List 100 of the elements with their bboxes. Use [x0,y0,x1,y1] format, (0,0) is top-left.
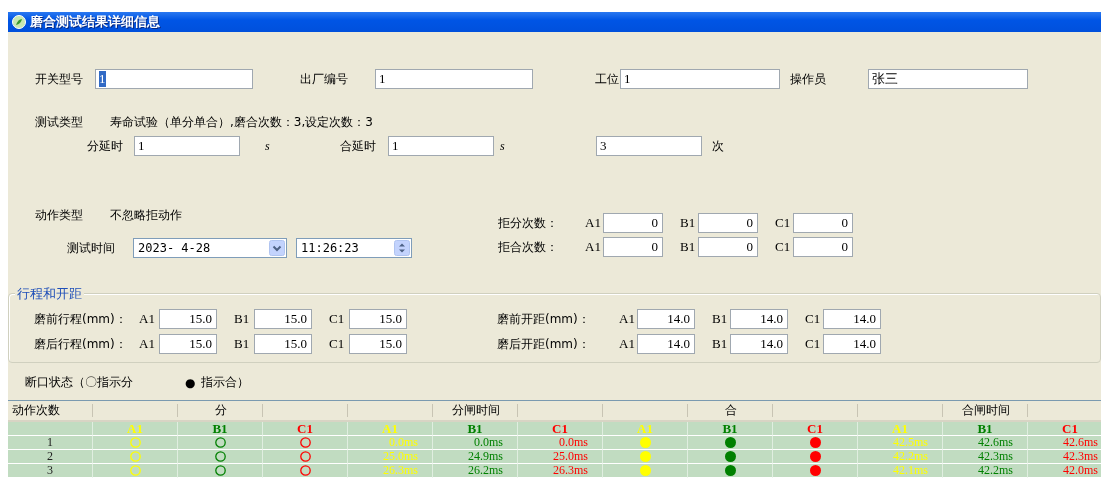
time-value: 42.3ms [978,449,1013,464]
phase-label: B1 [680,215,697,231]
date-picker[interactable]: 2023- 4-28 [133,238,287,258]
number-field[interactable]: 15.0 [159,334,217,354]
legend-text: 指示合） [201,374,250,391]
row-number: 1 [47,435,53,450]
number-field[interactable]: 14.0 [730,309,788,329]
number-field[interactable]: 15.0 [254,334,312,354]
phase-header: A1 [127,420,143,437]
number-field[interactable]: 14.0 [823,309,881,329]
number-field[interactable]: 0 [793,237,853,257]
row-number: 2 [47,449,53,464]
phase-label: A1 [585,239,602,255]
time-value: 0.0ms [559,435,588,450]
text-field[interactable]: 1 [620,69,780,89]
test-type-text: 寿命试验（单分单合）,磨合次数：3,设定次数：3 [110,113,373,131]
phase-header: C1 [552,420,568,437]
text-field[interactable]: 1 [134,136,240,156]
phase-label: C1 [329,311,346,327]
action-type-text: 不忽略拒动作 [110,206,182,224]
time-value: 42.2ms [978,463,1013,478]
phase-label: B1 [234,311,251,327]
phase-label: B1 [712,336,729,352]
row-label: 磨前开距(mm)： [497,310,591,328]
row-label: 磨后开距(mm)： [497,335,591,353]
row-number: 3 [47,463,53,478]
unit-label: s [265,138,270,154]
column-header: 合 [724,402,737,419]
phase-label: B1 [680,239,697,255]
field-label: 分延时 [87,137,124,155]
phase-label: A1 [585,215,602,231]
phase-label: C1 [329,336,346,352]
text-field[interactable]: 1 [95,69,253,89]
time-value: 0.0ms [389,435,418,450]
column-header: 分 [214,402,227,419]
text-field[interactable]: 1 [388,136,494,156]
group-title: 行程和开距 [15,285,84,303]
number-field[interactable]: 14.0 [730,334,788,354]
time-value: 0.0ms [474,435,503,450]
text-field[interactable]: 3 [596,136,702,156]
phase-header: C1 [1062,420,1078,437]
number-field[interactable]: 0 [698,237,758,257]
number-field[interactable]: 14.0 [637,334,695,354]
phase-header: B1 [467,420,483,437]
number-field[interactable]: 0 [603,213,663,233]
number-field[interactable]: 14.0 [637,309,695,329]
time-value: 42.6ms [978,435,1013,450]
phase-label: A1 [139,336,156,352]
phase-label: C1 [805,311,822,327]
time-value: 42.2ms [893,449,928,464]
number-field[interactable]: 15.0 [254,309,312,329]
phase-label: C1 [805,336,822,352]
time-value: 26.3ms [553,463,588,478]
phase-label: B1 [712,311,729,327]
row-label: 磨前行程(mm)： [34,310,128,328]
field-label: 合延时 [340,137,377,155]
number-field[interactable]: 15.0 [349,334,407,354]
leaf-icon [12,15,26,29]
field-label: 测试时间 [67,239,116,257]
phase-label: A1 [619,336,636,352]
time-value: 42.0ms [1063,463,1098,478]
time-value: 26.2ms [468,463,503,478]
field-label: 工位 [595,70,620,88]
number-field[interactable]: 15.0 [349,309,407,329]
time-value: 42.3ms [1063,449,1098,464]
closed-symbol: ● [185,375,196,390]
time-spinner[interactable]: 11:26:23 [296,238,412,258]
phase-header: C1 [297,420,313,437]
time-value: 42.5ms [893,435,928,450]
field-label: 开关型号 [35,70,84,88]
unit-label: s [500,138,505,154]
phase-header: A1 [637,420,653,437]
phase-label: C1 [775,215,792,231]
spin-icon [394,240,410,256]
phase-header: A1 [892,420,908,437]
number-field[interactable]: 0 [698,213,758,233]
time-value: 42.1ms [893,463,928,478]
number-field[interactable]: 15.0 [159,309,217,329]
time-value: 42.6ms [1063,435,1098,450]
time-value: 25.0ms [553,449,588,464]
phase-header: B1 [212,420,228,437]
dropdown-icon [269,240,285,256]
text-field[interactable]: 1 [375,69,533,89]
text-field[interactable]: 张三 [868,69,1028,89]
phase-label: A1 [139,311,156,327]
number-field[interactable]: 0 [603,237,663,257]
window-title: 磨合测试结果详细信息 [30,13,160,31]
unit-label: 次 [712,137,724,155]
legend-text: 断口状态（〇指示分 [25,374,133,391]
row-label: 拒分次数： [498,214,559,232]
phase-header: A1 [382,420,398,437]
row-label: 磨后行程(mm)： [34,335,128,353]
number-field[interactable]: 0 [793,213,853,233]
field-label: 动作类型 [35,206,84,224]
column-header: 合闸时间 [961,402,1010,419]
phase-label: A1 [619,311,636,327]
field-label: 出厂编号 [300,70,349,88]
phase-label: B1 [234,336,251,352]
number-field[interactable]: 14.0 [823,334,881,354]
column-header: 动作次数 [12,402,60,419]
